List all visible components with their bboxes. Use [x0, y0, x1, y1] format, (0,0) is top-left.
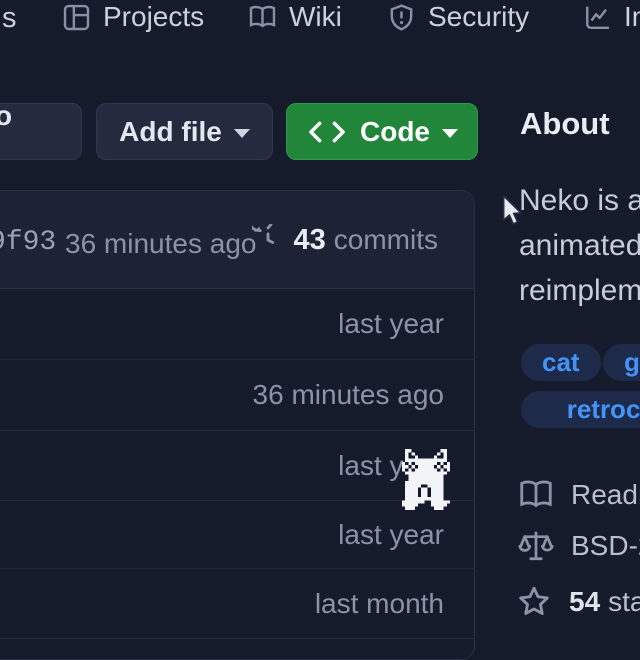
readme-link[interactable]: Readme — [518, 477, 640, 513]
license-link[interactable]: BSD-2-Clause license — [518, 528, 640, 564]
file-updated-time[interactable]: last year — [338, 519, 444, 551]
file-updated-time[interactable]: last year — [338, 308, 444, 340]
add-file-button[interactable]: Add file — [96, 103, 273, 160]
graph-icon — [583, 3, 612, 32]
github-repo-page: { "nav": { "partial_left_label": "s", "i… — [0, 0, 640, 640]
chevron-down-icon — [234, 129, 250, 138]
chevron-down-icon — [442, 129, 458, 138]
stars-label: stars — [608, 586, 640, 618]
nav-tab-security[interactable]: Security — [387, 0, 529, 34]
readme-label: Readme — [571, 479, 640, 511]
topic-tag-go[interactable]: go — [603, 344, 640, 381]
mouse-cursor — [502, 195, 522, 226]
neko-cat-sprite — [402, 449, 450, 510]
commits-count: 43 — [294, 224, 326, 257]
topic-tag-retrocomputing[interactable]: retrocomp — [521, 391, 640, 428]
nav-tab-label: Projects — [103, 1, 204, 33]
file-updated-time[interactable]: 36 minutes ago — [253, 379, 444, 411]
about-description-line: reimplem — [519, 274, 640, 308]
star-icon — [516, 584, 552, 620]
license-label: BSD-2-Clause license — [571, 530, 640, 562]
go-to-file-button[interactable]: Go to file — [0, 103, 82, 160]
code-button[interactable]: Code — [286, 103, 478, 160]
table-icon — [62, 3, 91, 32]
about-description-line: Neko is a — [519, 184, 640, 218]
file-updated-time[interactable]: last month — [315, 588, 444, 620]
shield-icon — [387, 3, 416, 32]
commit-time: 36 minutes ago — [65, 228, 256, 260]
book-icon — [248, 3, 277, 32]
nav-tab-partial[interactable]: s — [2, 1, 17, 35]
file-row[interactable]: last month — [0, 569, 474, 639]
file-row[interactable]: last year — [0, 289, 474, 360]
about-heading: About — [520, 106, 610, 142]
topic-tag-cat[interactable]: cat — [521, 344, 601, 381]
stars-count: 54 — [569, 586, 600, 618]
commits-label: commits — [334, 224, 438, 256]
file-table: 9f93 36 minutes ago 43 commits last year… — [0, 190, 475, 660]
file-row[interactable]: 36 minutes ago — [0, 360, 474, 431]
law-icon — [518, 528, 554, 564]
latest-commit-bar: 9f93 36 minutes ago 43 commits — [0, 191, 474, 289]
file-row[interactable]: last year — [0, 501, 474, 569]
nav-tab-label: Insights — [624, 1, 640, 33]
nav-tab-projects[interactable]: Projects — [62, 0, 204, 34]
commit-hash-link[interactable]: 9f93 — [0, 227, 56, 258]
commit-history-link[interactable]: 43 commits — [252, 191, 439, 289]
add-file-label: Add file — [119, 116, 222, 148]
nav-tab-wiki[interactable]: Wiki — [248, 0, 342, 34]
book-icon — [518, 477, 554, 513]
nav-tab-label: Security — [428, 1, 529, 33]
about-description-line: animated — [519, 229, 640, 263]
nav-tab-insights[interactable]: Insights — [583, 0, 640, 34]
nav-tab-label: Wiki — [289, 1, 342, 33]
code-label: Code — [360, 116, 430, 148]
go-to-file-label: Go to file — [0, 100, 54, 164]
stars-link[interactable]: 54 stars — [516, 584, 640, 620]
code-icon — [306, 117, 348, 147]
history-icon — [252, 224, 284, 256]
